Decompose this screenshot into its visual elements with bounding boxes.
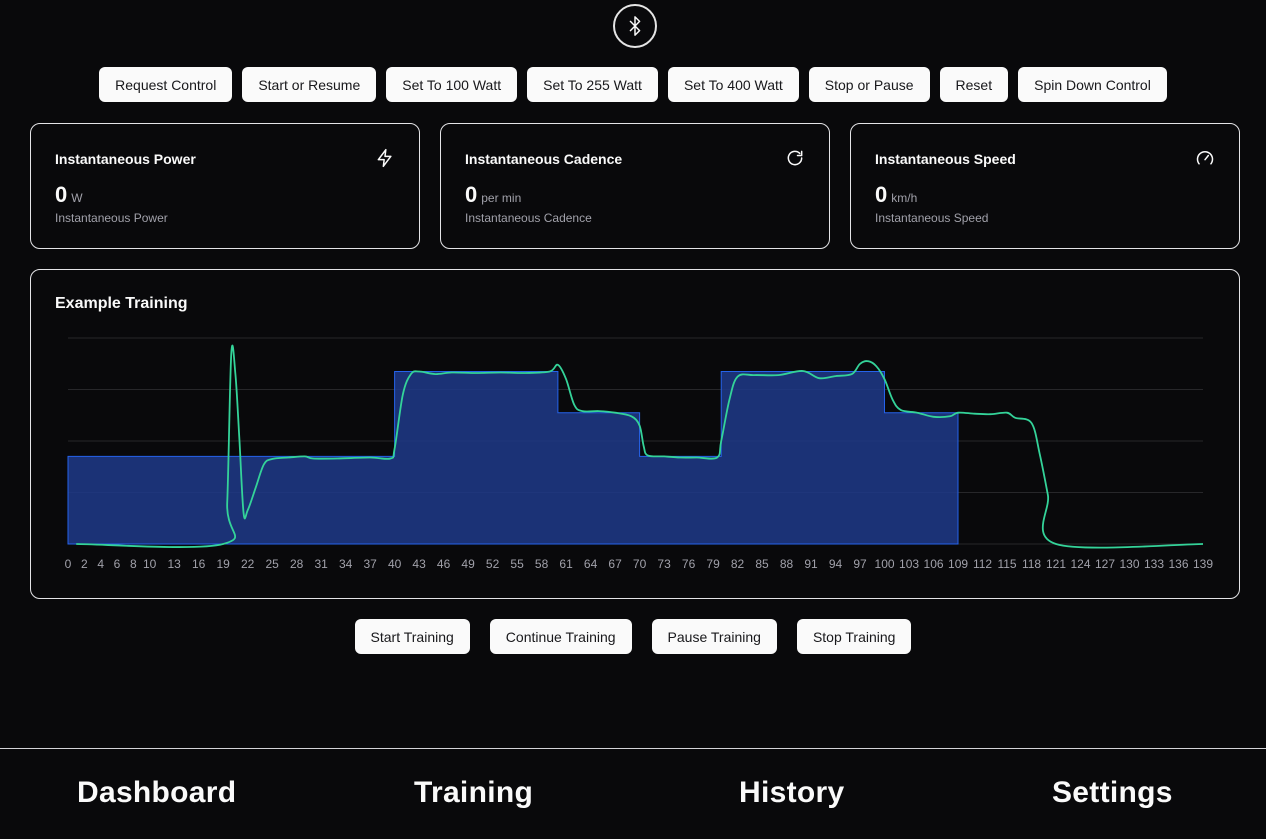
x-tick-label: 139	[1193, 557, 1213, 571]
x-tick-label: 133	[1144, 557, 1164, 571]
request-control-button[interactable]: Request Control	[99, 67, 233, 102]
x-tick-label: 112	[973, 557, 992, 571]
x-tick-label: 115	[997, 557, 1016, 571]
training-button-row: Start Training Continue Training Pause T…	[0, 619, 1266, 654]
x-tick-label: 106	[924, 557, 944, 571]
power-value-row: 0W	[55, 182, 83, 208]
x-tick-label: 61	[559, 557, 573, 571]
x-tick-label: 58	[535, 557, 549, 571]
x-tick-label: 40	[388, 557, 402, 571]
x-tick-label: 103	[899, 557, 919, 571]
nav-settings[interactable]: Settings	[1052, 776, 1173, 810]
x-tick-label: 94	[829, 557, 843, 571]
start-training-button[interactable]: Start Training	[354, 619, 470, 654]
lightning-bolt-icon	[377, 148, 392, 168]
x-tick-label: 43	[412, 557, 426, 571]
bluetooth-icon	[629, 16, 641, 36]
nav-dashboard[interactable]: Dashboard	[77, 776, 236, 810]
x-tick-label: 127	[1095, 557, 1115, 571]
nav-training[interactable]: Training	[414, 776, 533, 810]
x-tick-label: 55	[510, 557, 524, 571]
x-tick-label: 37	[363, 557, 377, 571]
set-400-watt-button[interactable]: Set To 400 Watt	[667, 67, 799, 102]
stop-pause-button[interactable]: Stop or Pause	[808, 67, 930, 102]
continue-training-button[interactable]: Continue Training	[489, 619, 632, 654]
speed-unit: km/h	[891, 191, 918, 205]
x-tick-label: 13	[167, 557, 181, 571]
x-tick-label: 19	[216, 557, 230, 571]
cadence-card-title: Instantaneous Cadence	[465, 151, 623, 167]
cadence-value-row: 0 per min	[465, 182, 521, 208]
x-tick-label: 79	[706, 557, 720, 571]
x-tick-label: 4	[97, 557, 104, 571]
power-card: Instantaneous Power 0W Instantaneous Pow…	[30, 123, 420, 249]
x-tick-label: 136	[1168, 557, 1188, 571]
target-power-series	[67, 371, 959, 545]
stop-training-button[interactable]: Stop Training	[796, 619, 912, 654]
x-tick-label: 10	[143, 557, 157, 571]
x-tick-label: 124	[1071, 557, 1091, 571]
speed-subtitle: Instantaneous Speed	[875, 211, 989, 225]
x-tick-label: 64	[584, 557, 598, 571]
speed-card-title: Instantaneous Speed	[875, 151, 1016, 167]
nav-history[interactable]: History	[739, 776, 844, 810]
x-tick-label: 16	[192, 557, 206, 571]
training-chart-card: 0 2 4 6 8 10 13 16 19 22 25 28 31 34 37 40 43 46 49 52 55 58 6…	[30, 269, 1240, 599]
x-tick-label: 34	[339, 557, 353, 571]
x-tick-label: 8	[130, 557, 137, 571]
x-tick-label: 67	[608, 557, 622, 571]
x-tick-label: 0	[65, 557, 72, 571]
speed-card: Instantaneous Speed 0 km/h Instantaneous …	[850, 123, 1240, 249]
cadence-value: 0	[465, 182, 478, 207]
cadence-subtitle: Instantaneous Cadence	[465, 211, 592, 225]
x-tick-label: 97	[853, 557, 867, 571]
power-subtitle: Instantaneous Power	[55, 211, 168, 225]
power-value: 0	[55, 182, 68, 207]
x-tick-label: 22	[241, 557, 255, 571]
footer-divider	[0, 748, 1266, 749]
speedometer-icon	[1196, 151, 1214, 165]
control-button-row: Request Control Start or Resume Set To 1…	[0, 67, 1266, 102]
speed-value: 0	[875, 182, 888, 207]
x-tick-label: 121	[1046, 557, 1066, 571]
cadence-card: Instantaneous Cadence 0 per min Instantan…	[440, 123, 830, 249]
cadence-unit: per min	[481, 191, 522, 205]
power-unit: W	[71, 191, 83, 205]
x-tick-label: 2	[81, 557, 88, 571]
x-tick-label: 49	[461, 557, 475, 571]
x-tick-label: 76	[682, 557, 696, 571]
set-100-watt-button[interactable]: Set To 100 Watt	[386, 67, 518, 102]
x-tick-label: 130	[1119, 557, 1139, 571]
x-tick-label: 31	[314, 557, 328, 571]
x-tick-label: 109	[948, 557, 968, 571]
refresh-icon	[787, 150, 803, 166]
reset-button[interactable]: Reset	[939, 67, 1009, 102]
start-resume-button[interactable]: Start or Resume	[242, 67, 377, 102]
x-tick-label: 6	[114, 557, 121, 571]
speed-value-row: 0 km/h	[875, 182, 917, 208]
x-axis-ticks: 0 2 4 6 8 10 13 16 19 22 25 28 31 34 37 40 43 46 49 52 55 58 6…	[65, 557, 1214, 571]
x-tick-label: 100	[875, 557, 895, 571]
chart-title: Example Training	[55, 295, 188, 312]
set-255-watt-button[interactable]: Set To 255 Watt	[527, 67, 658, 102]
x-tick-label: 46	[437, 557, 451, 571]
bluetooth-button[interactable]	[613, 4, 657, 48]
x-tick-label: 25	[265, 557, 279, 571]
x-tick-label: 91	[804, 557, 818, 571]
x-tick-label: 82	[731, 557, 745, 571]
x-tick-label: 88	[780, 557, 794, 571]
x-tick-label: 70	[633, 557, 647, 571]
spin-down-control-button[interactable]: Spin Down Control	[1018, 67, 1167, 102]
power-card-title: Instantaneous Power	[55, 151, 196, 167]
x-tick-label: 28	[290, 557, 304, 571]
x-tick-label: 118	[1022, 557, 1041, 571]
x-tick-label: 73	[657, 557, 671, 571]
x-tick-label: 85	[755, 557, 769, 571]
pause-training-button[interactable]: Pause Training	[651, 619, 777, 654]
training-chart: 0 2 4 6 8 10 13 16 19 22 25 28 31 34 37 40 43 46 49 52 55 58 6…	[65, 337, 1214, 571]
x-tick-label: 52	[486, 557, 500, 571]
target-area	[67, 371, 959, 545]
